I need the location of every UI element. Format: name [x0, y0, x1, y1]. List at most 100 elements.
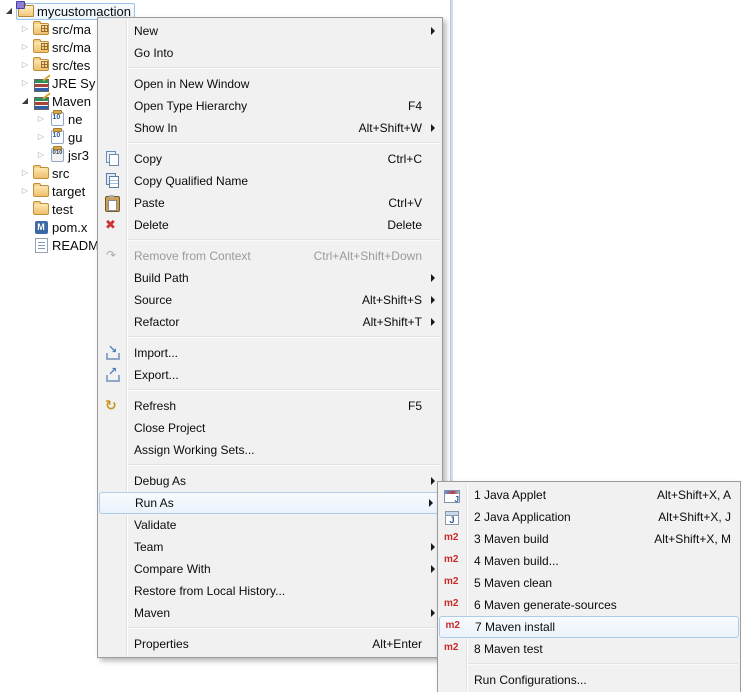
menu-item-source[interactable]: Source Alt+Shift+S: [98, 289, 442, 311]
menu-item-assign-working-sets[interactable]: Assign Working Sets...: [98, 439, 442, 461]
menu-item-8-maven-test[interactable]: 8 Maven test: [438, 638, 740, 660]
m2-icon: [444, 641, 460, 657]
tree-icon-box: [32, 236, 50, 254]
submenu-arrow-icon: [428, 117, 442, 139]
menu-item-label: Delete: [134, 218, 169, 232]
menu-icon-gutter: [98, 602, 126, 624]
expand-arrow-icon[interactable]: ▷: [34, 146, 48, 164]
menu-item-import[interactable]: Import...: [98, 342, 442, 364]
menu-shortcut: Ctrl+V: [388, 196, 422, 210]
tree-icon-box: [48, 128, 66, 146]
menu-item-6-maven-generate-sources[interactable]: 6 Maven generate-sources: [438, 594, 740, 616]
menu-item-validate[interactable]: Validate: [98, 514, 442, 536]
menu-item-label: 4 Maven build...: [474, 554, 559, 568]
menu-item-build-path[interactable]: Build Path: [98, 267, 442, 289]
tree-icon-box: [32, 20, 50, 38]
menu-item-2-java-application[interactable]: 2 Java Application Alt+Shift+X, J: [438, 506, 740, 528]
expand-arrow-icon[interactable]: ▷: [18, 164, 32, 182]
menu-item-5-maven-clean[interactable]: 5 Maven clean: [438, 572, 740, 594]
collapse-arrow-icon[interactable]: ◢: [2, 2, 16, 20]
menu-item-new[interactable]: New: [98, 20, 442, 42]
menu-icon-gutter: [438, 550, 466, 572]
arrow-spacer: [428, 192, 442, 214]
menu-item-open-type-hierarchy[interactable]: Open Type Hierarchy F4: [98, 95, 442, 117]
menu-shortcut: Alt+Shift+X, M: [654, 532, 731, 546]
java-applet-icon: [444, 489, 460, 504]
expand-arrow-icon[interactable]: ▷: [18, 74, 32, 92]
menu-icon-gutter: [98, 73, 126, 95]
menu-item-label: Run Configurations...: [474, 673, 587, 687]
arrow-spacer: [428, 342, 442, 364]
menu-item-1-java-applet[interactable]: 1 Java Applet Alt+Shift+X, A: [438, 484, 740, 506]
tree-icon-box: [32, 182, 50, 200]
m2-icon: [444, 597, 460, 613]
menu-item-run-configurations[interactable]: Run Configurations...: [438, 669, 740, 691]
arrow-spacer: [428, 95, 442, 117]
collapse-arrow-icon[interactable]: ◢: [18, 92, 32, 110]
menu-item-refresh[interactable]: Refresh F5: [98, 395, 442, 417]
menu-item-refactor[interactable]: Refactor Alt+Shift+T: [98, 311, 442, 333]
menu-separator: [128, 389, 440, 391]
menu-shortcut: Alt+Enter: [372, 637, 422, 651]
menu-separator: [128, 464, 440, 466]
menu-item-4-maven-build[interactable]: 4 Maven build...: [438, 550, 740, 572]
menu-item-label: Refactor: [134, 315, 180, 329]
tree-icon-box: [32, 74, 50, 92]
tree-item-label: src/ma: [52, 39, 91, 55]
menu-icon-gutter: [438, 506, 466, 528]
jar-icon: [50, 110, 64, 126]
menu-item-go-into[interactable]: Go Into: [98, 42, 442, 64]
arrow-spacer: [428, 148, 442, 170]
arrow-spacer: [428, 214, 442, 236]
menu-icon-gutter: [438, 572, 466, 594]
expand-arrow-icon[interactable]: ▷: [18, 38, 32, 56]
menu-item-3-maven-build[interactable]: 3 Maven build Alt+Shift+X, M: [438, 528, 740, 550]
menu-item-label: 7 Maven install: [475, 620, 556, 634]
menu-icon-gutter: [98, 117, 126, 139]
run-as-submenu: 1 Java Applet Alt+Shift+X, A 2 Java Applic…: [437, 481, 741, 692]
expand-arrow-icon[interactable]: ▷: [18, 182, 32, 200]
menu-item-open-in-new-window[interactable]: Open in New Window: [98, 73, 442, 95]
expand-arrow-icon[interactable]: ▷: [18, 56, 32, 74]
arrow-spacer: [428, 364, 442, 386]
menu-item-label: 8 Maven test: [474, 642, 543, 656]
tree-icon-box: [48, 146, 66, 164]
expand-arrow-icon[interactable]: ▷: [34, 128, 48, 146]
menu-item-7-maven-install[interactable]: 7 Maven install: [439, 616, 739, 638]
menu-item-debug-as[interactable]: Debug As: [98, 470, 442, 492]
menu-item-label: Paste: [134, 196, 165, 210]
menu-item-team[interactable]: Team: [98, 536, 442, 558]
tree-item-label: READM: [52, 237, 99, 253]
tree-item-label: ne: [68, 111, 83, 127]
menu-icon-gutter: [98, 536, 126, 558]
menu-item-copy-qualified-name[interactable]: Copy Qualified Name: [98, 170, 442, 192]
menu-icon-gutter: [438, 638, 466, 660]
menu-item-maven[interactable]: Maven: [98, 602, 442, 624]
menu-icon-gutter: [100, 492, 127, 514]
arrow-spacer: [428, 73, 442, 95]
menu-item-show-in[interactable]: Show In Alt+Shift+W: [98, 117, 442, 139]
menu-item-restore-from-local-history[interactable]: Restore from Local History...: [98, 580, 442, 602]
menu-item-label: Close Project: [134, 421, 206, 435]
expand-arrow-icon[interactable]: ▷: [34, 110, 48, 128]
menu-item-close-project[interactable]: Close Project: [98, 417, 442, 439]
menu-item-paste[interactable]: Paste Ctrl+V: [98, 192, 442, 214]
menu-item-run-as[interactable]: Run As: [99, 492, 441, 514]
menu-item-label: 1 Java Applet: [474, 488, 547, 502]
menu-item-label: Assign Working Sets...: [134, 443, 255, 457]
menu-icon-gutter: [438, 669, 466, 691]
menu-item-export[interactable]: Export...: [98, 364, 442, 386]
expand-arrow-icon[interactable]: ▷: [18, 20, 32, 38]
menu-item-label: Import...: [134, 346, 179, 360]
copy-qualified-name-icon: [104, 173, 120, 189]
menu-shortcut: F5: [407, 399, 422, 413]
menu-shortcut: F4: [407, 99, 422, 113]
arrow-spacer: [428, 42, 442, 64]
menu-item-compare-with[interactable]: Compare With: [98, 558, 442, 580]
menu-item-remove-from-context[interactable]: Remove from Context Ctrl+Alt+Shift+Down: [98, 245, 442, 267]
menu-item-copy[interactable]: Copy Ctrl+C: [98, 148, 442, 170]
menu-icon-gutter: [98, 470, 126, 492]
menu-item-properties[interactable]: Properties Alt+Enter: [98, 633, 442, 655]
menu-item-label: Debug As: [134, 474, 187, 488]
menu-item-delete[interactable]: Delete Delete: [98, 214, 442, 236]
